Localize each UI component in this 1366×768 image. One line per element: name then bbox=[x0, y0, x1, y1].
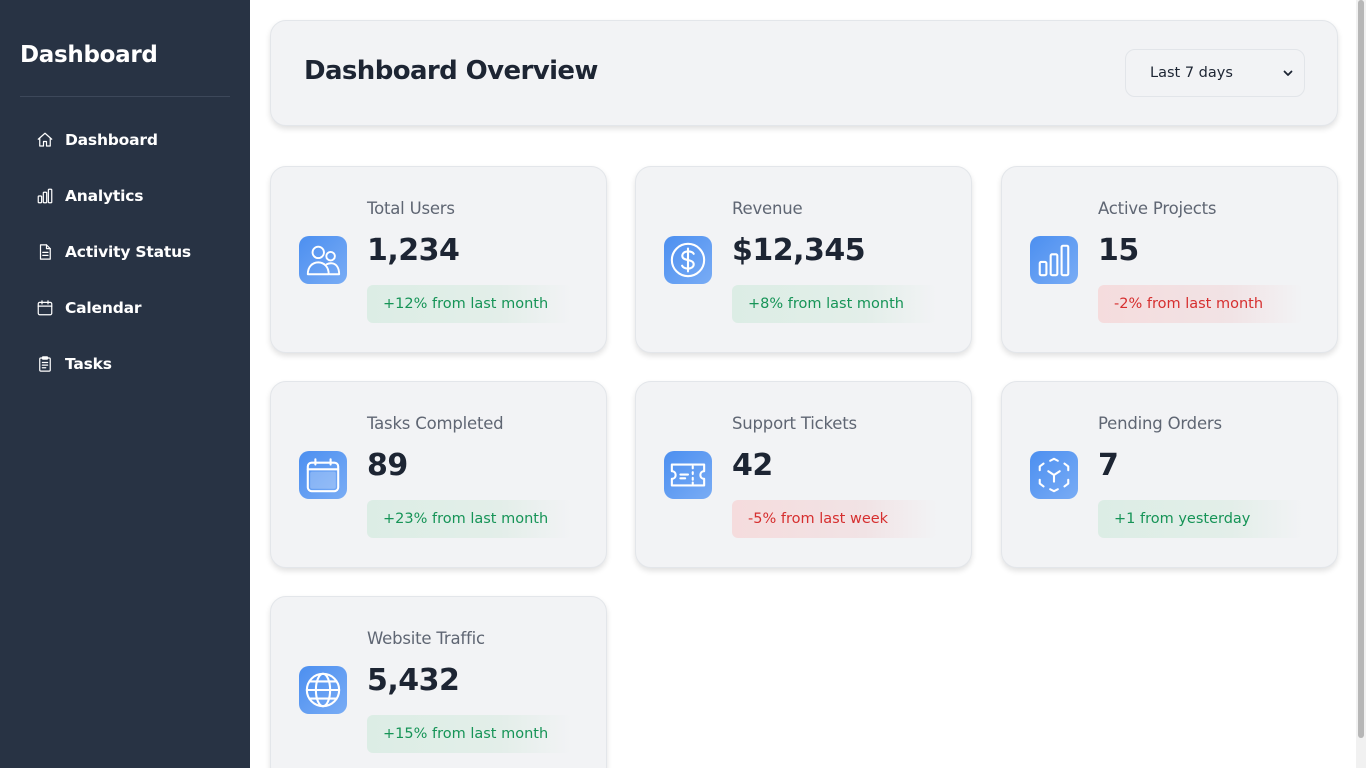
stat-label: Pending Orders bbox=[1098, 414, 1222, 433]
stat-card-total-users: Total Users 1,234 +12% from last month bbox=[270, 166, 607, 353]
stat-value: 5,432 bbox=[367, 663, 460, 698]
bar-chart-icon bbox=[1030, 236, 1078, 284]
stat-value: 42 bbox=[732, 448, 773, 483]
stat-label: Website Traffic bbox=[367, 629, 485, 648]
sidebar-item-label: Tasks bbox=[65, 355, 112, 373]
calendar-icon bbox=[299, 451, 347, 499]
scrollbar-thumb[interactable] bbox=[1358, 0, 1364, 738]
sidebar-item-label: Calendar bbox=[65, 299, 142, 317]
stat-card-tasks-completed: Tasks Completed 89 +23% from last month bbox=[270, 381, 607, 568]
stat-label: Tasks Completed bbox=[367, 414, 504, 433]
stat-card-support-tickets: Support Tickets 42 -5% from last week bbox=[635, 381, 972, 568]
stat-card-revenue: Revenue $12,345 +8% from last month bbox=[635, 166, 972, 353]
sidebar-item-label: Activity Status bbox=[65, 243, 191, 261]
stat-label: Active Projects bbox=[1098, 199, 1217, 218]
period-select[interactable]: Last 7 days bbox=[1125, 49, 1305, 97]
stat-label: Total Users bbox=[367, 199, 455, 218]
sidebar-item-label: Analytics bbox=[65, 187, 144, 205]
globe-icon bbox=[299, 666, 347, 714]
stat-value: 15 bbox=[1098, 233, 1139, 268]
trend-badge: +8% from last month bbox=[732, 285, 937, 323]
calendar-icon bbox=[36, 299, 54, 317]
stat-label: Support Tickets bbox=[732, 414, 857, 433]
period-select-value: Last 7 days bbox=[1150, 65, 1233, 81]
trend-badge: +23% from last month bbox=[367, 500, 572, 538]
home-icon bbox=[36, 131, 54, 149]
trend-badge: +15% from last month bbox=[367, 715, 572, 753]
sidebar-item-tasks[interactable]: Tasks bbox=[0, 336, 250, 392]
trend-badge: -2% from last month bbox=[1098, 285, 1303, 323]
sidebar-item-analytics[interactable]: Analytics bbox=[0, 168, 250, 224]
stat-value: 89 bbox=[367, 448, 408, 483]
sidebar-divider bbox=[20, 96, 230, 97]
stat-card-pending-orders: Pending Orders 7 +1 from yesterday bbox=[1001, 381, 1338, 568]
sidebar-item-label: Dashboard bbox=[65, 131, 158, 149]
sidebar: Dashboard Dashboard Analytics Activity S… bbox=[0, 0, 250, 768]
trend-badge: -5% from last week bbox=[732, 500, 937, 538]
stat-card-website-traffic: Website Traffic 5,432 +15% from last mon… bbox=[270, 596, 607, 768]
users-icon bbox=[299, 236, 347, 284]
stat-value: $12,345 bbox=[732, 233, 866, 268]
stat-card-active-projects: Active Projects 15 -2% from last month bbox=[1001, 166, 1338, 353]
stat-label: Revenue bbox=[732, 199, 803, 218]
clipboard-icon bbox=[36, 355, 54, 373]
stat-value: 7 bbox=[1098, 448, 1119, 483]
sidebar-item-dashboard[interactable]: Dashboard bbox=[0, 112, 250, 168]
chevron-down-icon bbox=[1282, 67, 1294, 79]
sidebar-nav: Dashboard Analytics Activity Status Cale… bbox=[0, 112, 250, 392]
trend-badge: +12% from last month bbox=[367, 285, 572, 323]
sidebar-item-calendar[interactable]: Calendar bbox=[0, 280, 250, 336]
package-scan-icon bbox=[1030, 451, 1078, 499]
sidebar-item-activity-status[interactable]: Activity Status bbox=[0, 224, 250, 280]
dollar-icon bbox=[664, 236, 712, 284]
overview-header: Dashboard Overview Last 7 days bbox=[270, 20, 1338, 126]
stat-value: 1,234 bbox=[367, 233, 460, 268]
sidebar-brand: Dashboard bbox=[20, 42, 158, 68]
vertical-scrollbar[interactable] bbox=[1356, 0, 1366, 768]
document-icon bbox=[36, 243, 54, 261]
main-content: Dashboard Overview Last 7 days Total Use… bbox=[250, 0, 1356, 768]
bar-chart-icon bbox=[36, 187, 54, 205]
trend-badge: +1 from yesterday bbox=[1098, 500, 1303, 538]
page-title: Dashboard Overview bbox=[304, 56, 598, 86]
ticket-icon bbox=[664, 451, 712, 499]
